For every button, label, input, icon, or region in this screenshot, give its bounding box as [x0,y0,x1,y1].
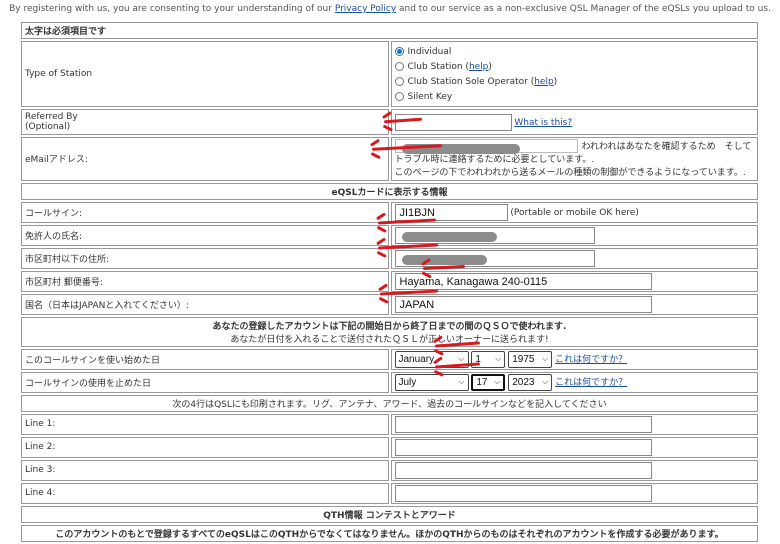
address-label: 市区町村以下の住所: [21,247,389,269]
what-is-this-link[interactable]: What is this? [514,118,572,128]
redacted-name [401,231,497,242]
consent-notice: By registering with us, you are consenti… [9,4,771,14]
station-type-options: Individual Club Station (help) Club Stat… [390,41,758,107]
chevron-down-icon: ⌵ [458,354,465,363]
end-year-select[interactable]: 2023 ⌵ [508,373,553,391]
radio-icon[interactable] [394,92,404,101]
privacy-policy-link[interactable]: Privacy Policy [335,4,396,14]
line2-input[interactable] [394,438,652,456]
chevron-down-icon: ⌵ [542,377,549,386]
help-link[interactable]: help [534,77,553,87]
callsign-label: コールサイン: [21,201,389,223]
end-help-link[interactable]: これは何ですか？ [555,378,627,388]
radio-icon[interactable] [394,77,404,86]
postal-input[interactable]: Hayama, Kanagawa 240-0115 [394,272,652,290]
qth-note: このアカウントのもとで登録するすべてのeQSLはこのQTHからでなくてはなりませ… [21,524,758,542]
end-day-select[interactable]: 17 ⌵ [471,373,506,391]
redacted-address [401,254,487,265]
country-label: 国名（日本はJAPANと入れてください）: [21,293,389,315]
start-year-select[interactable]: 1975 ⌵ [508,350,553,368]
radio-silent-key[interactable]: Silent Key [394,89,755,104]
line1-input[interactable] [394,415,652,433]
radio-club-sole-operator[interactable]: Club Station Sole Operator (help) [394,74,755,89]
period-note: あなたの登録したアカウントは下記の開始日から終了日までの間のＱＳＯで使われます.… [21,316,758,347]
radio-individual[interactable]: Individual [394,44,755,59]
station-type-label: Type of Station [21,41,389,107]
licensee-name-input[interactable] [394,226,595,244]
line3-label: Line 3: [21,459,389,481]
referred-by-label: Referred By (Optional) [21,109,389,135]
registration-form: 太字は必須項目です Type of Station Individual Clu… [19,20,760,544]
start-date-label: このコールサインを使い始めた日 [21,348,389,370]
print-note: 次の4行はQSLにも印刷されます。リグ、アンテナ、アワード、過去のコールサインな… [21,394,758,412]
line3-input[interactable] [394,461,652,479]
chevron-down-icon: ⌵ [542,354,549,363]
line4-label: Line 4: [21,482,389,504]
chevron-down-icon: ⌵ [458,377,465,386]
radio-club-station[interactable]: Club Station (help) [394,59,755,74]
referred-by-input[interactable] [394,113,512,131]
email-label: eMailアドレス: [21,137,389,181]
line4-input[interactable] [394,484,652,502]
card-info-header: eQSLカードに表示する情報 [21,182,758,200]
licensee-name-label: 免許人の氏名: [21,224,389,246]
radio-icon[interactable] [394,62,404,71]
end-month-select[interactable]: July ⌵ [394,373,469,391]
qth-header: QTH情報 コンテストとアワード [21,505,758,523]
line1-label: Line 1: [21,413,389,435]
country-input[interactable]: JAPAN [394,295,652,313]
line2-label: Line 2: [21,436,389,458]
start-help-link[interactable]: これは何ですか？ [555,355,627,365]
chevron-down-icon: ⌵ [495,354,502,363]
required-note: 太字は必須項目です [21,22,758,39]
end-date-label: コールサインの使用を止めた日 [21,371,389,393]
help-link[interactable]: help [469,62,488,72]
postal-label: 市区町村 郵便番号: [21,270,389,292]
radio-selected-icon[interactable] [394,47,404,56]
chevron-down-icon: ⌵ [494,377,501,386]
callsign-input[interactable]: JI1BJN [394,203,508,221]
